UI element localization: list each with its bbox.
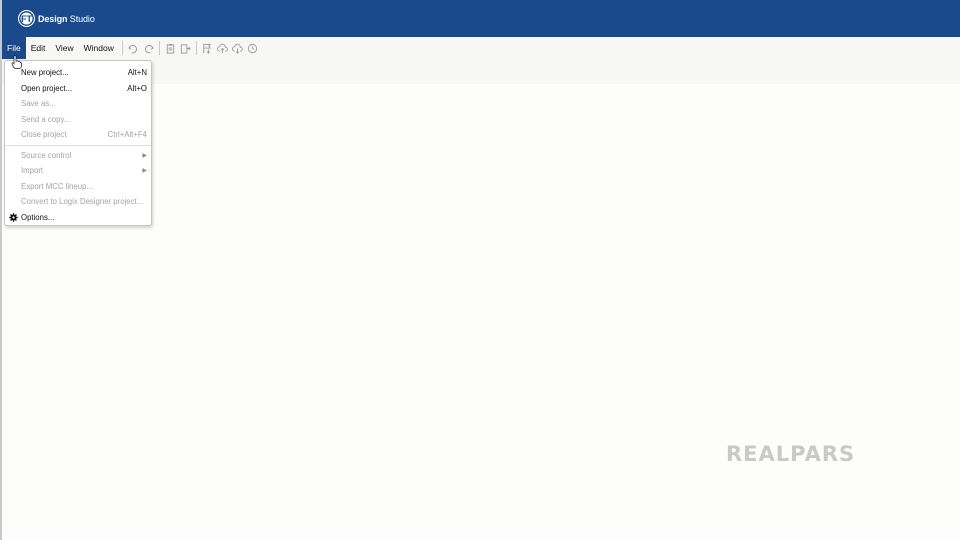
submenu-arrow-icon: ▶	[142, 168, 147, 175]
toolbar-separator	[195, 41, 197, 55]
menu-item-source-control: Source control ▶	[5, 148, 151, 164]
menu-item-label: Options...	[21, 212, 55, 222]
gear-icon	[9, 212, 18, 222]
menu-item-label: New project...	[21, 68, 69, 78]
menu-item-convert-logix: Convert to Logix Designer project...	[5, 194, 151, 210]
submenu-arrow-icon: ▶	[142, 152, 147, 159]
menu-item-label: Save as...	[21, 99, 56, 109]
menu-item-label: Send a copy...	[21, 114, 71, 124]
menu-item-save-as: Save as...	[5, 96, 151, 112]
cloud-upload-icon[interactable]	[215, 40, 230, 56]
menu-item-open-project[interactable]: Open project... Alt+O	[5, 81, 151, 97]
title-bar: FT Design Studio	[2, 0, 960, 37]
realpars-watermark: REALPARS	[726, 442, 856, 466]
menu-window[interactable]: Window	[79, 37, 119, 59]
app-logo: FT Design Studio	[18, 10, 95, 27]
menu-view[interactable]: View	[50, 37, 78, 59]
app-title: Design Studio	[38, 14, 95, 24]
redo-icon[interactable]	[141, 40, 156, 56]
menu-item-export-mcc: Export MCC lineup...	[5, 179, 151, 195]
ft-logo-icon: FT	[18, 10, 35, 27]
menu-separator	[5, 144, 151, 146]
menu-item-import: Import ▶	[5, 163, 151, 179]
menu-item-new-project[interactable]: New project... Alt+N	[5, 65, 151, 81]
menu-item-shortcut: Ctrl+Alt+F4	[107, 130, 147, 140]
clipboard-icon[interactable]	[163, 40, 178, 56]
menu-edit[interactable]: Edit	[26, 37, 51, 59]
menu-item-shortcut: Alt+N	[127, 68, 147, 78]
app-title-bold: Design	[38, 13, 68, 24]
app-window: FT Design Studio File Edit View Window N…	[0, 0, 960, 540]
menu-item-label: Import	[21, 166, 44, 176]
paste-icon[interactable]	[178, 40, 193, 56]
menu-item-label: Export MCC lineup...	[21, 181, 93, 191]
app-title-rest: Studio	[67, 13, 95, 24]
toolbar-separator	[121, 41, 123, 55]
file-menu-dropdown: New project... Alt+N Open project... Alt…	[4, 60, 152, 226]
cloud-download-icon[interactable]	[230, 40, 245, 56]
menu-item-label: Convert to Logix Designer project...	[21, 197, 144, 207]
flag-download-icon[interactable]	[200, 40, 215, 56]
menu-item-send-copy: Send a copy...	[5, 112, 151, 128]
toolbar-separator	[158, 41, 160, 55]
menu-item-label: Open project...	[21, 83, 73, 93]
history-icon[interactable]	[245, 40, 260, 56]
menu-item-label: Source control	[21, 150, 72, 160]
hand-cursor-icon	[11, 55, 22, 69]
undo-icon[interactable]	[126, 40, 141, 56]
menu-item-shortcut: Alt+O	[127, 83, 147, 93]
menu-item-label: Close project	[21, 130, 67, 140]
menu-item-options[interactable]: Options...	[5, 210, 151, 226]
menu-bar: File Edit View Window	[2, 37, 960, 59]
menu-item-close-project: Close project Ctrl+Alt+F4	[5, 127, 151, 143]
